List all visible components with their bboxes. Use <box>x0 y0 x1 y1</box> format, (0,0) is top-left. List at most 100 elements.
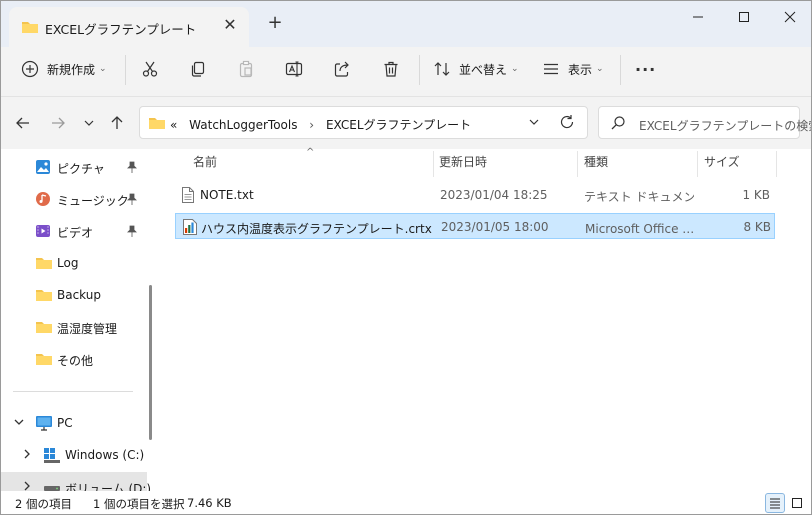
maximize-button[interactable] <box>721 1 767 33</box>
forward-button[interactable] <box>48 113 68 133</box>
sort-button-label: 並べ替え <box>459 62 508 77</box>
scissors-icon <box>142 61 158 77</box>
search-icon <box>611 116 625 133</box>
file-name: ハウス内温度表示グラフテンプレート.crtx <box>201 222 432 236</box>
tab-current[interactable]: EXCELグラフテンプレート ✕ <box>9 7 249 47</box>
column-divider[interactable] <box>577 151 578 177</box>
share-icon <box>334 61 349 77</box>
breadcrumb-overflow[interactable]: « <box>170 118 177 132</box>
folder-icon <box>35 287 53 306</box>
column-divider[interactable] <box>776 151 777 177</box>
nav-item-music[interactable]: ミュージック <box>1 184 147 214</box>
nav-item-label: Windows (C:) <box>65 448 145 462</box>
search-box[interactable]: EXCELグラフテンプレートの検索 <box>598 106 811 139</box>
trash-icon <box>384 61 398 77</box>
breadcrumb: « WatchLoggerTools › EXCELグラフテンプレート <box>170 116 471 133</box>
chevron-down-icon: ⌄ <box>596 64 604 74</box>
nav-item-videos[interactable]: ビデオ <box>1 216 147 246</box>
column-divider[interactable] <box>697 151 698 177</box>
address-bar[interactable]: « WatchLoggerTools › EXCELグラフテンプレート <box>139 106 588 139</box>
file-size: 1 KB <box>742 188 770 202</box>
nav-item-label: その他 <box>57 354 94 368</box>
chevron-down-icon <box>84 120 94 126</box>
folder-icon <box>148 115 166 134</box>
windows-drive-icon <box>43 447 61 466</box>
breadcrumb-item-current[interactable]: EXCELグラフテンプレート <box>326 118 471 132</box>
status-bar: 2 個の項目 1 個の項目を選択 7.46 KB <box>1 491 811 514</box>
column-divider[interactable] <box>433 151 434 177</box>
nav-item-label: 温湿度管理 <box>57 322 118 336</box>
refresh-icon[interactable] <box>558 113 576 134</box>
chart-template-icon <box>182 219 198 238</box>
clipboard-icon <box>239 60 253 78</box>
nav-scrollbar[interactable] <box>149 285 152 440</box>
more-icon: ··· <box>635 59 657 79</box>
column-header-type[interactable]: 種類 <box>584 153 608 177</box>
arrow-left-icon <box>16 117 29 129</box>
nav-item-pc[interactable]: PC <box>1 408 147 438</box>
cut-button[interactable] <box>141 47 159 91</box>
details-view-button[interactable] <box>765 493 785 513</box>
arrow-up-icon <box>111 116 123 129</box>
view-list-icon <box>544 63 558 75</box>
chevron-right-icon[interactable] <box>21 448 33 463</box>
new-tab-button[interactable]: + <box>265 13 285 33</box>
file-explorer-window: EXCELグラフテンプレート ✕ + 新規作成 ⌄ 並べ替え ⌄ 表示 ⌄ ··… <box>0 0 812 515</box>
command-bar: 新規作成 ⌄ 並べ替え ⌄ 表示 ⌄ ··· <box>1 47 811 97</box>
back-button[interactable] <box>13 113 33 133</box>
divider <box>125 55 126 85</box>
chevron-right-icon[interactable] <box>21 480 33 491</box>
share-button[interactable] <box>333 47 351 91</box>
tab-close-icon[interactable]: ✕ <box>221 16 239 34</box>
nav-item-log[interactable]: Log <box>1 248 147 278</box>
column-header-name[interactable]: 名前 <box>193 153 217 177</box>
nav-item-label: ミュージック <box>57 194 129 208</box>
column-header-size[interactable]: サイズ <box>704 153 740 177</box>
nav-item-pictures[interactable]: ピクチャ <box>1 152 147 182</box>
delete-button[interactable] <box>382 47 400 91</box>
file-date: 2023/01/05 18:00 <box>441 220 549 234</box>
folder-icon <box>35 319 53 338</box>
pin-icon <box>127 161 137 176</box>
details-view-icon <box>770 498 780 509</box>
copy-icon <box>191 61 205 77</box>
nav-item-drive-d[interactable]: ボリューム (D:) <box>1 472 151 491</box>
nav-item-label: Log <box>57 256 79 270</box>
tiles-view-icon <box>792 498 802 508</box>
chevron-down-icon: ⌄ <box>99 64 107 74</box>
up-button[interactable] <box>107 113 127 133</box>
nav-item-label: ボリューム (D:) <box>65 482 152 491</box>
paste-button[interactable] <box>237 47 255 91</box>
copy-button[interactable] <box>189 47 207 91</box>
address-dropdown-icon[interactable] <box>528 116 540 131</box>
large-icons-view-button[interactable] <box>787 493 807 513</box>
file-list: ^ 名前 更新日時 種類 サイズ NOTE.txt 2023/01/04 18:… <box>161 147 811 491</box>
table-row-selected[interactable]: ハウス内温度表示グラフテンプレート.crtx 2023/01/05 18:00 … <box>175 213 775 239</box>
rename-button[interactable] <box>285 47 303 91</box>
table-row[interactable]: NOTE.txt 2023/01/04 18:25 テキスト ドキュメント 1 … <box>175 182 775 208</box>
view-button[interactable]: 表示 ⌄ <box>542 47 604 91</box>
address-row: « WatchLoggerTools › EXCELグラフテンプレート EXCE… <box>1 97 811 149</box>
column-header-date[interactable]: 更新日時 <box>439 153 487 177</box>
drive-icon <box>43 482 61 491</box>
selection-size: 7.46 KB <box>187 496 232 510</box>
tab-title: EXCELグラフテンプレート <box>45 22 197 37</box>
folder-icon <box>35 351 53 370</box>
new-button[interactable]: 新規作成 ⌄ <box>21 47 107 91</box>
more-options-button[interactable]: ··· <box>635 47 656 91</box>
divider <box>620 55 621 85</box>
folder-icon <box>35 255 53 274</box>
close-window-button[interactable] <box>767 1 811 33</box>
minimize-button[interactable] <box>675 1 721 33</box>
nav-item-label: PC <box>57 416 73 430</box>
nav-item-other[interactable]: その他 <box>1 344 147 374</box>
breadcrumb-item-watchloggertools[interactable]: WatchLoggerTools <box>189 118 297 132</box>
chevron-down-icon[interactable] <box>13 416 25 431</box>
nav-item-temp-humidity[interactable]: 温湿度管理 <box>1 312 147 342</box>
recent-locations-button[interactable] <box>79 113 99 133</box>
file-date: 2023/01/04 18:25 <box>440 188 548 202</box>
nav-item-drive-c[interactable]: Windows (C:) <box>1 440 147 470</box>
nav-item-backup[interactable]: Backup <box>1 280 147 310</box>
divider <box>419 55 420 85</box>
sort-button[interactable]: 並べ替え ⌄ <box>433 47 519 91</box>
